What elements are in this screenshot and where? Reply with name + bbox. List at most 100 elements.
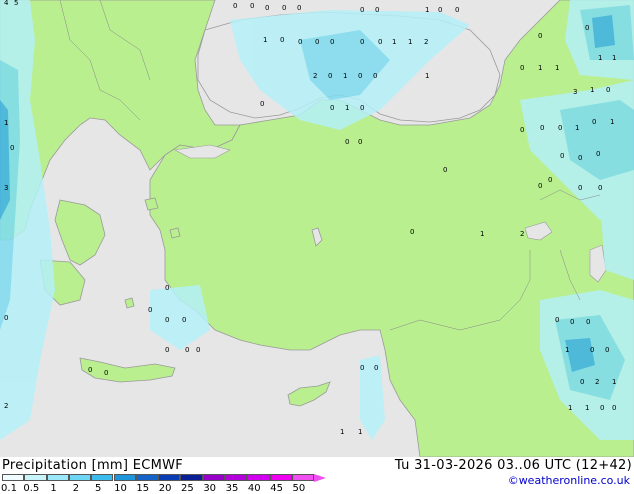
scale-tick-label: 40	[247, 483, 261, 494]
grid-value: 0	[455, 6, 459, 14]
grid-value: 0	[330, 38, 334, 46]
grid-value: 0	[443, 166, 447, 174]
map-title: Precipitation [mm] ECMWF	[2, 458, 184, 473]
grid-value: 2	[595, 378, 599, 386]
scale-swatch	[180, 474, 203, 481]
scale-tick-label: 15	[136, 483, 150, 494]
scale-tick-label: 0.1	[1, 483, 17, 494]
grid-value: 0	[328, 72, 332, 80]
grid-value: 0	[375, 6, 379, 14]
grid-value: 1	[408, 38, 412, 46]
scale-swatch	[202, 474, 225, 481]
grid-value: 0	[196, 346, 200, 354]
grid-value: 0	[182, 316, 186, 324]
grid-value: 0	[378, 38, 382, 46]
map-canvas: 0 0 0 0 0 0 0 1 0 0 1 0 0 0 0 0 0 1 1 2 2 0 1 0 0 1 0 0 1 0 0 0 0 1 1 0 0 1 1 3…	[0, 0, 634, 457]
grid-value: 1	[358, 428, 362, 436]
scale-swatch	[135, 474, 159, 481]
scale-tick-label: 50	[292, 483, 306, 494]
grid-value: 4	[4, 0, 9, 7]
grid-value: 0	[540, 124, 544, 132]
grid-value: 0	[520, 126, 524, 134]
credit-link[interactable]: ©weatheronline.co.uk	[508, 474, 630, 487]
grid-value: 0	[586, 318, 590, 326]
grid-value: 5	[14, 0, 18, 7]
grid-value: 0	[598, 184, 602, 192]
grid-value: 0	[600, 404, 604, 412]
grid-value: 0	[358, 138, 362, 146]
grid-value: 0	[358, 72, 362, 80]
grid-value: 0	[360, 364, 364, 372]
grid-value: 1	[425, 6, 429, 14]
grid-value: 0	[606, 86, 610, 94]
grid-value: 0	[585, 24, 589, 32]
grid-value: 0	[104, 369, 108, 377]
scale-tick-label: 30	[203, 483, 217, 494]
grid-value: 1	[392, 38, 396, 46]
grid-value: 1	[555, 64, 559, 72]
land-island-b	[169, 227, 181, 239]
scale-tick-label: 35	[225, 483, 239, 494]
grid-value: 0	[520, 64, 524, 72]
precipitation-map: 0 0 0 0 0 0 0 1 0 0 1 0 0 0 0 0 0 1 1 2 2 0 1 0 0 1 0 0 1 0 0 0 0 1 1 0 0 1 1 3…	[0, 0, 634, 457]
grid-value: 0	[555, 316, 559, 324]
grid-value: 0	[88, 366, 92, 374]
grid-value: 0	[590, 346, 594, 354]
grid-value: 2	[424, 38, 428, 46]
grid-value: 0	[558, 124, 562, 132]
grid-value: 0	[298, 38, 302, 46]
grid-value: 0	[578, 154, 582, 162]
scale-swatch	[91, 474, 114, 481]
grid-value: 1	[590, 86, 594, 94]
grid-value: 1	[263, 36, 267, 44]
grid-value: 1	[538, 64, 542, 72]
grid-value: 1	[480, 230, 484, 238]
scale-swatch	[269, 474, 292, 481]
grid-value: 0	[4, 314, 8, 322]
grid-value: 0	[165, 316, 169, 324]
grid-value: 0	[165, 284, 169, 292]
land-island-c	[124, 297, 135, 309]
grid-value: 0	[578, 184, 582, 192]
grid-value: 1	[598, 54, 602, 62]
scale-tick-label: 5	[95, 483, 102, 494]
grid-value: 0	[360, 104, 364, 112]
grid-value: 0	[330, 104, 334, 112]
grid-value: 3	[573, 88, 577, 96]
grid-value: 1	[568, 404, 572, 412]
grid-value: 0	[548, 176, 552, 184]
grid-value: 0	[373, 72, 377, 80]
scale-swatch	[158, 474, 181, 481]
scale-tick-label: 0.5	[23, 483, 40, 494]
grid-value: 0	[374, 364, 378, 372]
scale-swatch	[2, 474, 25, 481]
scale-arrow	[314, 474, 327, 482]
grid-value: 0	[260, 100, 264, 108]
forecast-datetime: Tu 31-03-2026 03..06 UTC (12+42)	[394, 458, 632, 473]
grid-value: 0	[592, 118, 596, 126]
scale-tick-label: 45	[270, 483, 283, 494]
grid-value: 1	[585, 404, 589, 412]
grid-value: 3	[4, 184, 8, 192]
scale-tick-label: 1	[50, 483, 57, 494]
scale-tick-label: 20	[158, 483, 172, 494]
grid-value: 2	[520, 230, 524, 238]
grid-value: 1	[340, 428, 344, 436]
grid-value: 0	[282, 4, 286, 12]
scale-swatch	[113, 474, 136, 481]
grid-value: 0	[165, 346, 169, 354]
grid-value: 0	[560, 152, 564, 160]
scale-swatch	[46, 474, 69, 481]
scale-swatch	[225, 474, 248, 481]
scale-swatch	[247, 474, 270, 481]
grid-value: 0	[570, 318, 574, 326]
scale-tick-label: 2	[72, 483, 80, 494]
grid-value: 1	[4, 119, 8, 127]
scale-tick-label: 10	[114, 483, 127, 494]
grid-value: 1	[612, 54, 616, 62]
grid-value: 0	[612, 404, 616, 412]
grid-value: 0	[345, 138, 349, 146]
grid-value: 0	[580, 378, 584, 386]
grid-value: 1	[612, 378, 616, 386]
grid-value: 1	[610, 118, 614, 126]
